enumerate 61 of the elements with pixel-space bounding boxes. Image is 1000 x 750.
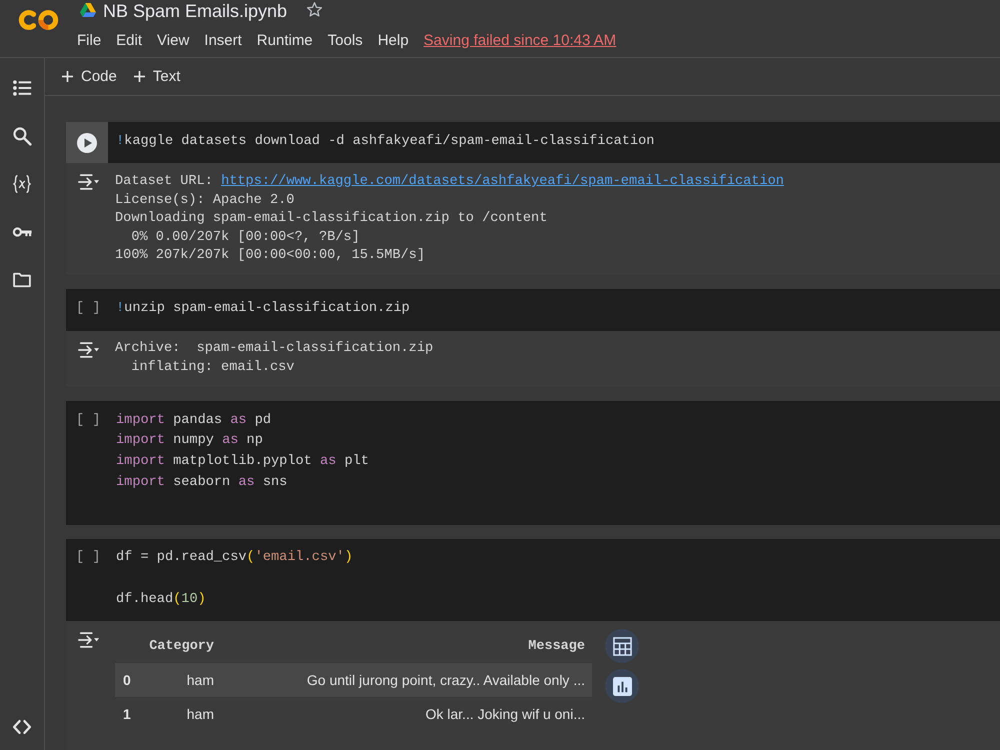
- code-cell[interactable]: !kaggle datasets download -d ashfakyeafi/spam-email-classification: [66, 122, 1000, 164]
- output-line: 0% 0.00/207k [00:00<?, ?B/s]: [130, 228, 361, 247]
- row-index: 0: [122, 672, 132, 688]
- code-line: import numpy as np: [116, 432, 264, 450]
- chart-button[interactable]: [605, 669, 639, 704]
- row-index: 1: [122, 706, 132, 722]
- plus-icon: [62, 71, 73, 82]
- star-icon[interactable]: [306, 1, 324, 18]
- menu-item[interactable]: Edit: [116, 32, 142, 48]
- output-line: 100% 207k/207k [00:00<00:00, 15.5MB/s]: [115, 247, 426, 266]
- bar-chart-icon: [612, 676, 632, 696]
- code-line: import matplotlib.pyplot as plt: [116, 452, 370, 471]
- variables-icon[interactable]: [12, 174, 32, 194]
- column-header: Category: [148, 638, 215, 654]
- table-cell-text: ham: [186, 706, 215, 722]
- menu-item[interactable]: Help: [378, 32, 409, 48]
- code-line: !unzip spam-email-classification.zip: [116, 300, 411, 318]
- logo-icon[interactable]: [18, 8, 60, 32]
- play-icon: [77, 132, 97, 153]
- code-line: import pandas as pd: [116, 412, 272, 430]
- dataset-link[interactable]: https://www.kaggle.com/datasets/ashfakyeafi/spam-email-classification: [221, 174, 784, 190]
- arrow-lines-icon[interactable]: [78, 173, 100, 192]
- cell-prompt: [ ]: [76, 300, 100, 318]
- arrow-lines-icon[interactable]: [78, 631, 100, 650]
- add-cell-button[interactable]: Text: [130, 65, 184, 88]
- cell-prompt: [ ]: [76, 549, 100, 568]
- output-line: Dataset URL: https://www.kaggle.com/datasets/ashfakyeafi/spam-email-classification: [115, 173, 784, 192]
- list-icon[interactable]: [12, 78, 32, 98]
- menu-item[interactable]: Tools: [328, 32, 363, 48]
- table-cell-text: Go until jurong point, crazy.. Available only ...: [306, 672, 586, 688]
- code-line: !kaggle datasets download -d ashfakyeafi/spam-email-classification: [116, 132, 656, 151]
- output-line: inflating: email.csv: [130, 358, 296, 377]
- menu-item[interactable]: View: [157, 32, 190, 48]
- add-cell-button[interactable]: Code: [58, 65, 121, 88]
- run-button[interactable]: [66, 122, 108, 164]
- save-status-link[interactable]: Saving failed since 10:43 AM: [424, 32, 616, 48]
- table-cell-text: ham: [186, 672, 215, 688]
- notebook-title[interactable]: NB Spam Emails.ipynb: [103, 0, 288, 22]
- output-line: Downloading spam-email-classification.zip to /content: [115, 210, 548, 228]
- arrow-lines-icon[interactable]: [78, 340, 100, 359]
- code-icon[interactable]: [12, 717, 32, 737]
- folder-icon[interactable]: [12, 270, 32, 290]
- code-line: import seaborn as sns: [116, 474, 288, 492]
- menu-item[interactable]: File: [77, 32, 102, 48]
- menu-item[interactable]: Insert: [204, 32, 242, 48]
- grid-icon: [612, 636, 632, 656]
- output-line: License(s): Apache 2.0: [115, 192, 296, 210]
- cell-prompt: [ ]: [76, 412, 100, 430]
- code-cell[interactable]: [ ] df = pd.read_csv('email.csv') df.head(10): [66, 538, 1000, 622]
- code-line: df.head(10): [116, 590, 207, 609]
- code-cell[interactable]: [ ] import pandas as pd import numpy as np import matplotlib.pyplot as plt import seaborn as sns: [66, 401, 1000, 525]
- menu-item[interactable]: Runtime: [256, 32, 313, 48]
- triangle-logo-icon[interactable]: [80, 3, 96, 17]
- code-cell[interactable]: [ ] !unzip spam-email-classification.zip: [66, 289, 1000, 331]
- search-icon[interactable]: [12, 126, 32, 146]
- code-line: df = pd.read_csv('email.csv'): [116, 549, 354, 568]
- table-cell-text: Ok lar... Joking wif u oni...: [424, 706, 586, 722]
- column-header: Message: [527, 638, 586, 654]
- table-view-button[interactable]: [605, 629, 639, 664]
- output-line: Archive: spam-email-classification.zip: [115, 340, 434, 358]
- plus-icon: [134, 71, 145, 82]
